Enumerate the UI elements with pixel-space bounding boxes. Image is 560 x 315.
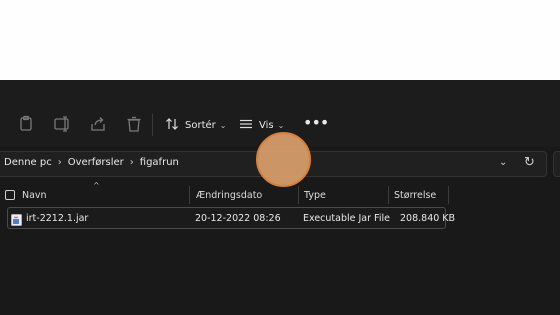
column-header-type[interactable]: Type xyxy=(304,190,326,208)
column-header-modified[interactable]: Ændringsdato xyxy=(196,190,262,208)
click-highlight-circle xyxy=(256,132,311,187)
chevron-down-icon: ⌄ xyxy=(219,120,227,130)
copy-icon[interactable] xyxy=(16,114,36,134)
sort-button[interactable]: Sortér ⌄ xyxy=(165,113,226,137)
share-icon[interactable] xyxy=(88,114,108,134)
select-all-checkbox[interactable] xyxy=(5,190,15,200)
breadcrumb-item-figafrun[interactable]: figafrun xyxy=(140,157,179,168)
sort-label: Sortér xyxy=(185,119,216,131)
search-input[interactable] xyxy=(553,151,560,177)
breadcrumb-separator-icon[interactable]: › xyxy=(130,157,134,168)
sort-ascending-icon: ^ xyxy=(93,181,100,190)
breadcrumb: Denne pc › Overførsler › figafrun xyxy=(4,157,179,168)
column-header-size[interactable]: Størrelse xyxy=(394,190,436,208)
jar-file-icon xyxy=(11,211,22,226)
column-divider[interactable] xyxy=(189,186,190,204)
delete-icon[interactable] xyxy=(124,114,144,134)
column-divider[interactable] xyxy=(388,186,389,204)
chevron-down-icon: ⌄ xyxy=(277,120,285,130)
breadcrumb-separator-icon[interactable]: › xyxy=(58,157,62,168)
rename-icon[interactable] xyxy=(52,114,72,134)
file-modified: 20-12-2022 08:26 xyxy=(195,213,281,224)
sort-icon xyxy=(165,117,179,134)
view-icon xyxy=(239,117,253,134)
file-type: Executable Jar File xyxy=(303,213,390,224)
breadcrumb-item-this-pc[interactable]: Denne pc xyxy=(4,157,52,168)
more-options-button[interactable]: ••• xyxy=(303,113,329,132)
refresh-icon[interactable]: ↻ xyxy=(524,155,535,170)
background-page-area xyxy=(0,0,560,80)
file-name[interactable]: irt-2212.1.jar xyxy=(26,213,88,224)
view-label: Vis xyxy=(259,119,274,131)
file-size: 208.840 KB xyxy=(400,213,456,224)
address-history-dropdown-icon[interactable]: ⌄ xyxy=(499,157,507,168)
toolbar-divider xyxy=(152,114,153,136)
column-divider[interactable] xyxy=(448,186,449,204)
breadcrumb-item-downloads[interactable]: Overførsler xyxy=(68,157,124,168)
column-header-name[interactable]: Navn xyxy=(22,190,47,208)
column-divider[interactable] xyxy=(298,186,299,204)
